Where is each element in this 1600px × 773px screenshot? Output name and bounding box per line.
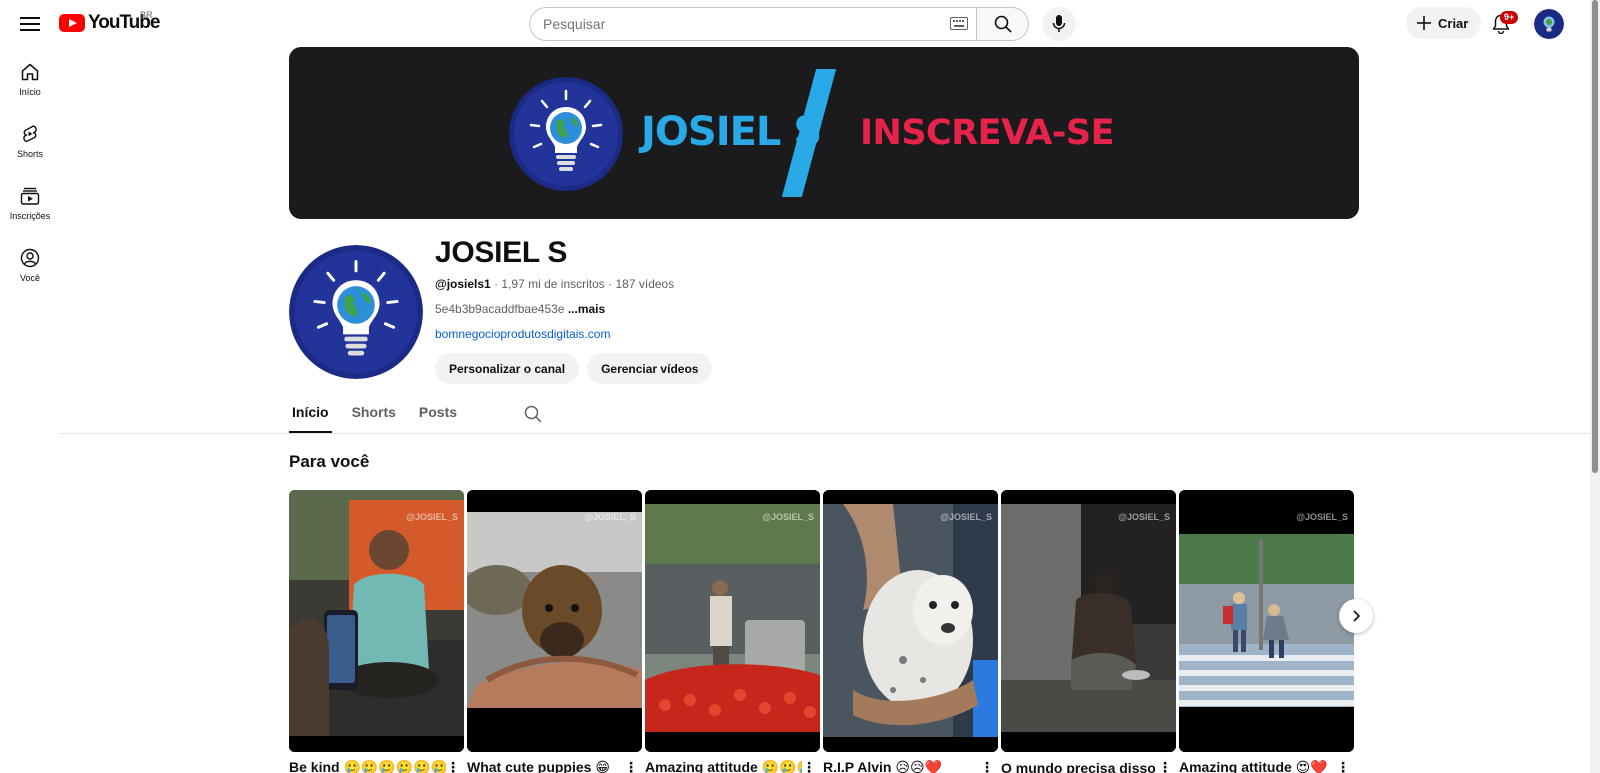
short-title-row: Amazing attitude 🥲🥲🥲🥲🥲 ⋮ — [645, 759, 820, 773]
tab-posts[interactable]: Posts — [416, 397, 460, 433]
channel-description[interactable]: 5e4b3b9acaddfbae453e ...mais — [435, 302, 605, 316]
shelf-title: Para você — [289, 452, 370, 471]
short-thumbnail[interactable]: @JOSIEL_S — [645, 490, 820, 752]
tabs-divider — [60, 433, 1590, 434]
meta-separator: · — [608, 277, 616, 291]
home-icon — [21, 63, 39, 81]
subscriptions-icon — [20, 187, 40, 205]
short-watermark: @JOSIEL_S — [406, 512, 458, 522]
tab-shorts[interactable]: Shorts — [349, 397, 399, 433]
short-title[interactable]: Amazing attitude 🥲🥲🥲🥲🥲 — [645, 759, 802, 773]
short-title[interactable]: R.I.P Alvin 😥😥❤️ — [823, 759, 942, 773]
short-card[interactable]: @JOSIEL_S What cute puppies 😁 ⋮ — [467, 490, 642, 773]
short-card[interactable]: @JOSIEL_S Amazing attitude 😍❤️ ⋮ — [1179, 490, 1354, 773]
rail-label: Você — [19, 273, 41, 283]
rail-label: Shorts — [16, 149, 43, 159]
more-options-icon[interactable]: ⋮ — [1158, 759, 1172, 773]
short-title-row: What cute puppies 😁 ⋮ — [467, 759, 642, 773]
more-options-icon[interactable]: ⋮ — [1336, 759, 1350, 773]
country-code: BR — [140, 10, 153, 20]
search-button[interactable] — [976, 7, 1029, 41]
description-text: 5e4b3b9acaddfbae453e — [435, 302, 565, 316]
keyboard-icon[interactable] — [950, 17, 968, 30]
short-title[interactable]: Be kind 🥲🥲🥲🥲🥲🥲🥲 — [289, 759, 446, 773]
banner-subscribe-text: INSCREVA-SE — [860, 113, 1115, 153]
page-scrollbar[interactable] — [1590, 0, 1600, 773]
channel-actions: Personalizar o canal Gerenciar vídeos — [435, 353, 713, 384]
short-watermark: @JOSIEL_S — [762, 512, 814, 522]
notifications-badge: 9+ — [1500, 11, 1519, 24]
short-title-row: O mundo precisa disso ⋮ — [1001, 759, 1176, 773]
short-card[interactable]: @JOSIEL_S O mundo precisa disso ⋮ — [1001, 490, 1176, 773]
create-label: Criar — [1438, 15, 1469, 31]
short-thumbnail[interactable]: @JOSIEL_S — [1001, 490, 1176, 752]
customize-channel-button[interactable]: Personalizar o canal — [435, 353, 580, 384]
short-title[interactable]: O mundo precisa disso — [1001, 760, 1156, 773]
more-options-icon[interactable]: ⋮ — [446, 759, 460, 773]
short-watermark: @JOSIEL_S — [1118, 512, 1170, 522]
microphone-icon — [1052, 15, 1066, 32]
rail-label: Início — [19, 87, 41, 97]
banner-lightbulb-logo — [509, 77, 623, 191]
rail-item-you[interactable]: Você — [0, 242, 60, 304]
short-watermark: @JOSIEL_S — [584, 512, 636, 522]
create-button[interactable]: Criar — [1406, 7, 1482, 39]
subscriber-count: 1,97 mi de inscritos — [501, 277, 605, 291]
video-count: 187 vídeos — [615, 277, 675, 291]
channel-handle: @josiels1 — [435, 277, 491, 291]
more-options-icon[interactable]: ⋮ — [980, 759, 994, 773]
tab-home[interactable]: Início — [289, 397, 332, 433]
search-bar — [529, 7, 1029, 41]
channel-banner: JOSIEL S INSCREVA-SE — [289, 47, 1359, 219]
you-icon — [20, 248, 40, 268]
shelf-next-button[interactable] — [1339, 599, 1373, 633]
top-bar: YouTube BR Criar 9+ — [0, 0, 1590, 46]
rail-item-subscriptions[interactable]: Inscrições — [0, 180, 60, 242]
short-title-row: R.I.P Alvin 😥😥❤️ ⋮ — [823, 759, 998, 773]
channel-website-link[interactable]: bomnegocioprodutosdigitais.com — [435, 327, 610, 341]
shorts-shelf: @JOSIEL_S Be kind 🥲🥲🥲🥲🥲🥲🥲 ⋮ @JOSIEL_S — [289, 490, 1354, 773]
more-options-icon[interactable]: ⋮ — [624, 759, 638, 773]
short-card[interactable]: @JOSIEL_S Amazing attitude 🥲🥲🥲🥲🥲 ⋮ — [645, 490, 820, 773]
channel-tabs: Início Shorts Posts — [289, 397, 542, 433]
channel-title: JOSIEL S — [435, 236, 568, 269]
chevron-right-icon — [1353, 610, 1361, 622]
search-box — [529, 7, 976, 41]
rail-item-shorts[interactable]: Shorts — [0, 118, 60, 180]
shorts-icon — [23, 125, 37, 143]
short-thumbnail[interactable]: @JOSIEL_S — [289, 490, 464, 752]
plus-icon — [1417, 16, 1431, 30]
manage-videos-button[interactable]: Gerenciar vídeos — [587, 353, 713, 384]
short-thumbnail[interactable]: @JOSIEL_S — [1179, 490, 1354, 752]
short-title-row: Be kind 🥲🥲🥲🥲🥲🥲🥲 ⋮ — [289, 759, 464, 773]
short-thumbnail[interactable]: @JOSIEL_S — [467, 490, 642, 752]
short-title-row: Amazing attitude 😍❤️ ⋮ — [1179, 759, 1354, 773]
youtube-play-icon — [59, 14, 85, 32]
rail-label: Inscrições — [9, 211, 51, 221]
side-rail: Início Shorts Inscrições Você — [0, 56, 60, 304]
channel-meta: @josiels1 · 1,97 mi de inscritos · 187 v… — [435, 277, 674, 291]
short-title[interactable]: What cute puppies 😁 — [467, 759, 610, 773]
menu-icon[interactable] — [14, 8, 46, 40]
rail-item-home[interactable]: Início — [0, 56, 60, 118]
short-card[interactable]: @JOSIEL_S Be kind 🥲🥲🥲🥲🥲🥲🥲 ⋮ — [289, 490, 464, 773]
scrollbar-thumb[interactable] — [1592, 0, 1598, 473]
short-thumbnail[interactable]: @JOSIEL_S — [823, 490, 998, 752]
channel-avatar[interactable] — [289, 245, 423, 379]
more-link[interactable]: ...mais — [568, 302, 605, 316]
search-input[interactable] — [543, 16, 923, 32]
search-icon — [994, 15, 1012, 33]
short-watermark: @JOSIEL_S — [1296, 512, 1348, 522]
more-options-icon[interactable]: ⋮ — [802, 759, 816, 773]
short-card[interactable]: @JOSIEL_S R.I.P Alvin 😥😥❤️ ⋮ — [823, 490, 998, 773]
short-watermark: @JOSIEL_S — [940, 512, 992, 522]
account-avatar[interactable] — [1534, 9, 1564, 39]
voice-search-button[interactable] — [1042, 7, 1076, 41]
short-title[interactable]: Amazing attitude 😍❤️ — [1179, 759, 1328, 773]
channel-search-icon[interactable] — [524, 397, 542, 423]
